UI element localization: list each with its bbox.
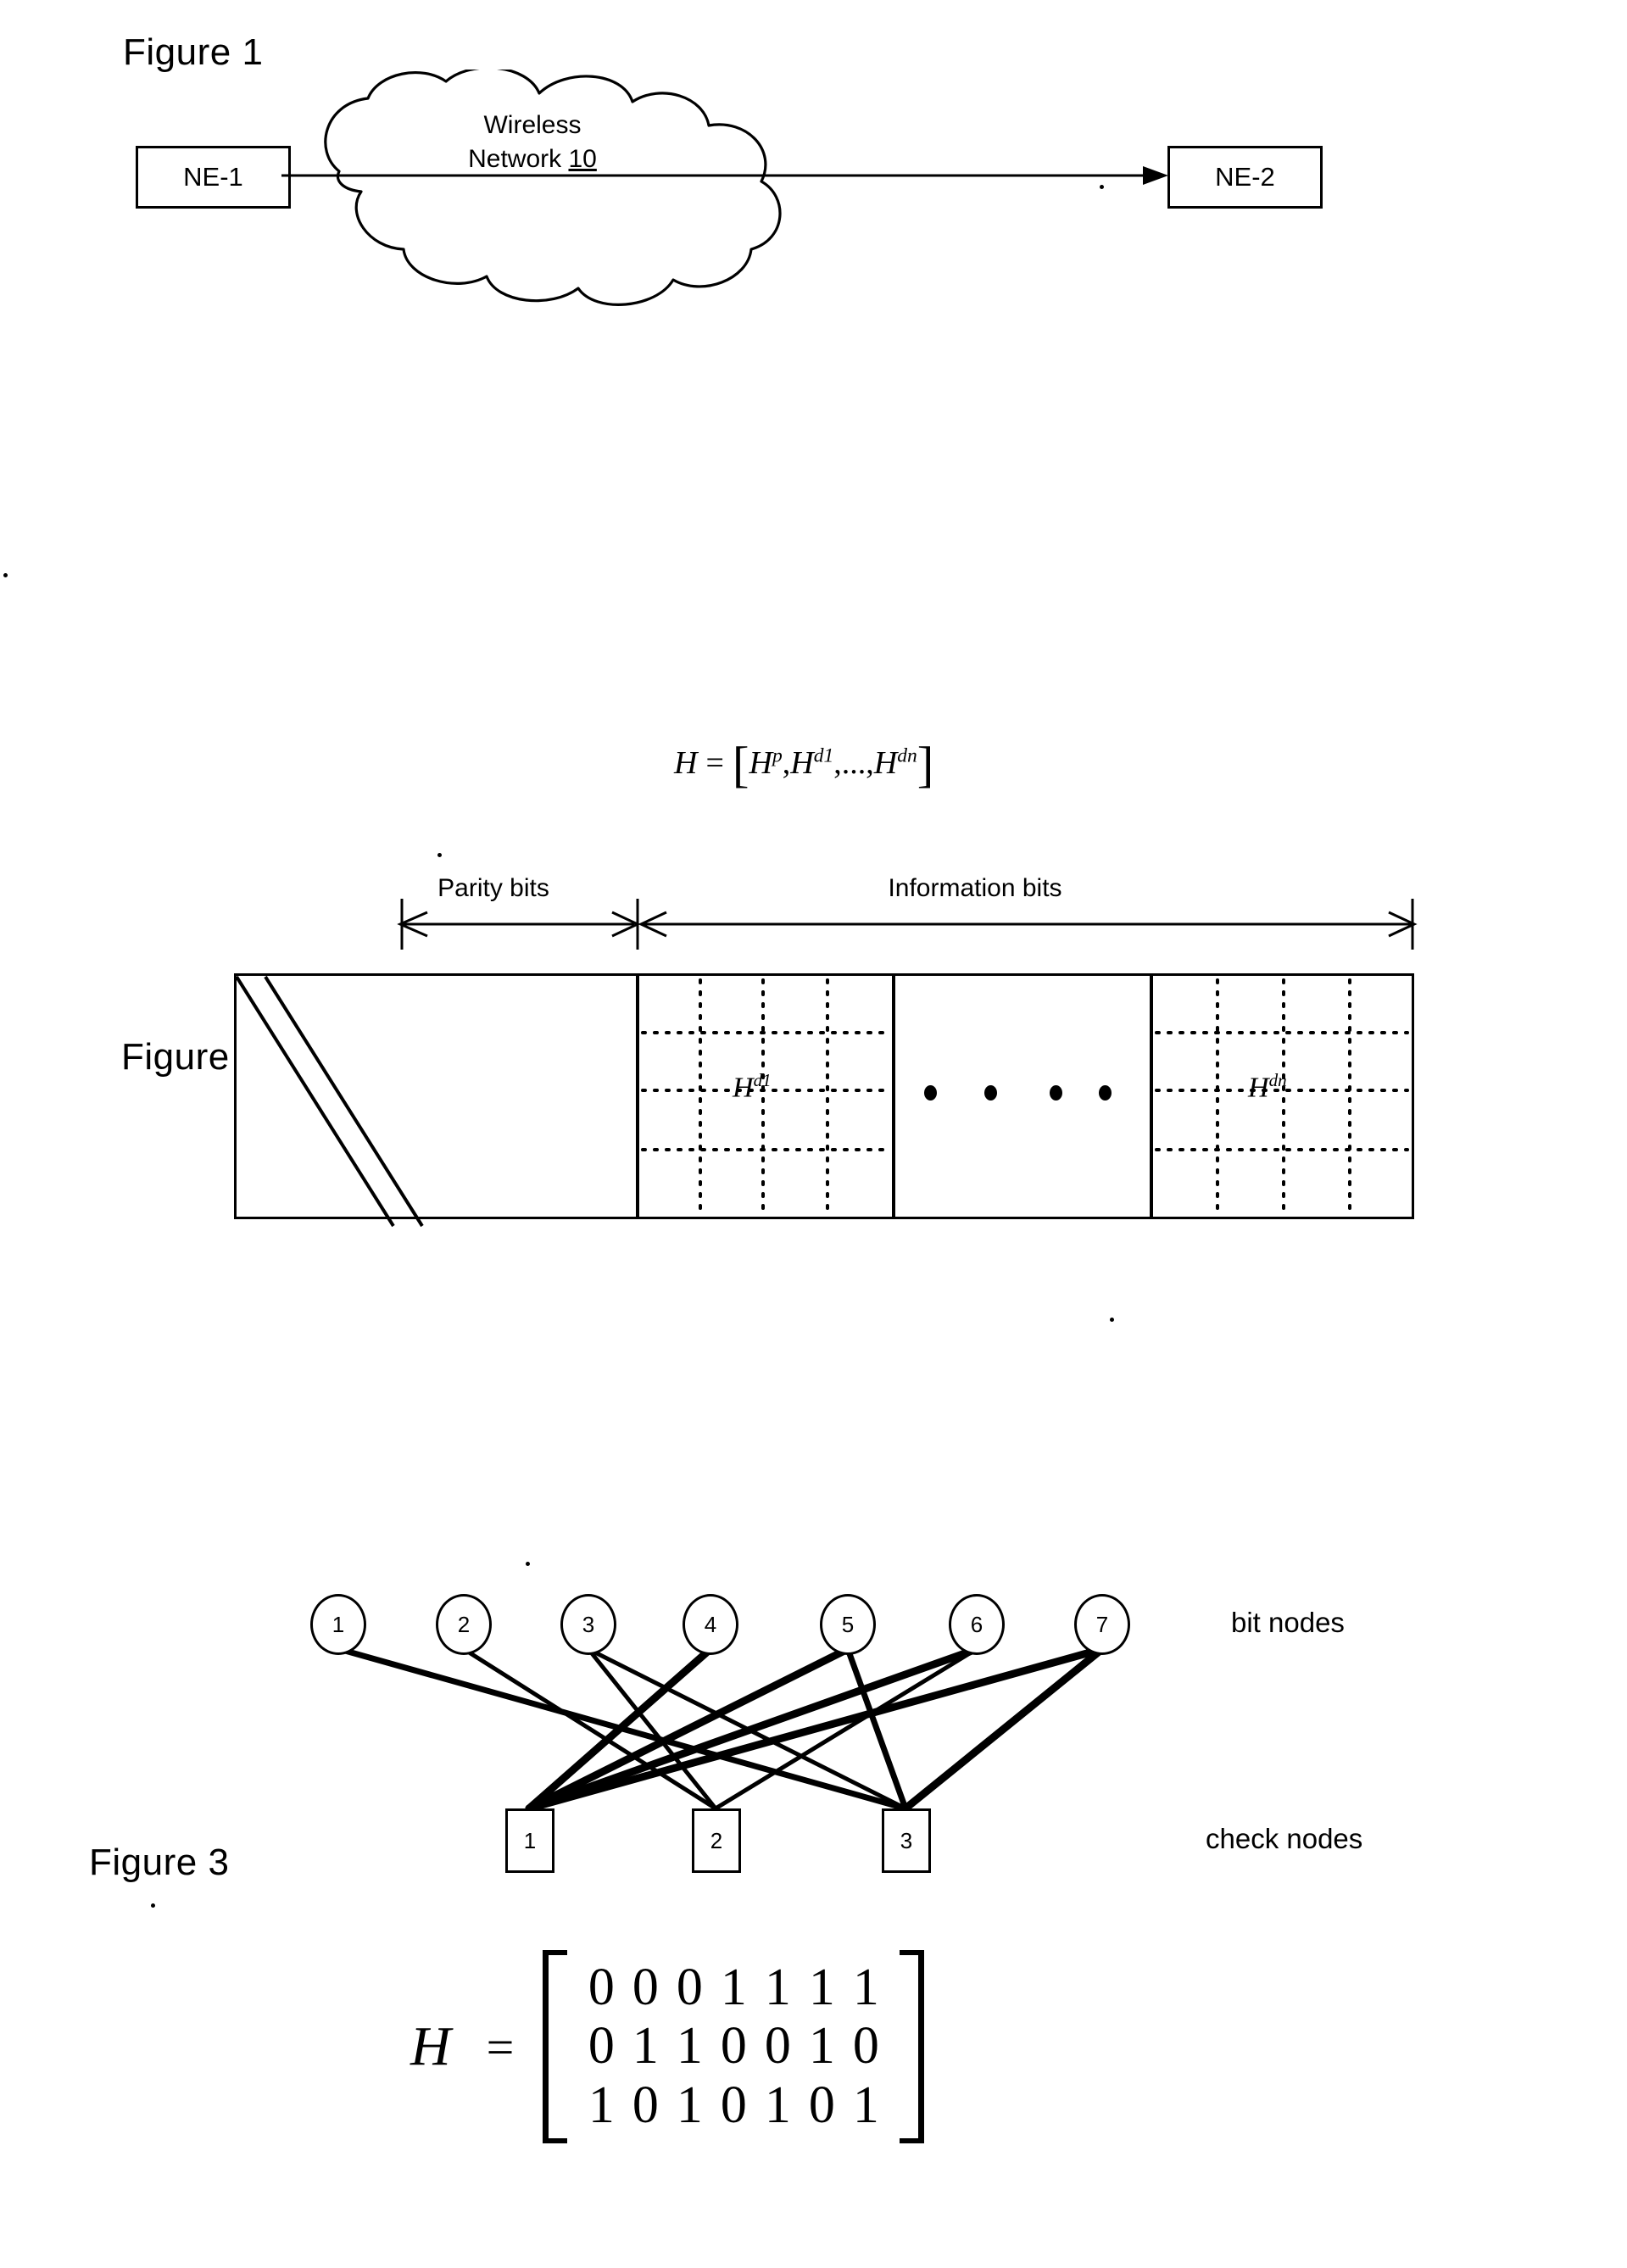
h-matrix-grid: 0 0 0 1 1 1 1 0 1 1 0 0 1 0 1 0 1 0 1 0 … <box>567 1950 900 2143</box>
h-cell: 0 <box>764 2017 791 2076</box>
check-node-2[interactable]: 2 <box>692 1808 741 1873</box>
bit-node-1-label: 1 <box>332 1611 345 1637</box>
h-cell: 1 <box>588 2076 615 2134</box>
h-matrix-right-bracket <box>900 1950 925 2144</box>
h-cell: 0 <box>588 2017 615 2076</box>
h-matrix-lhs: H <box>410 2015 451 2078</box>
h-cell: 1 <box>808 1959 835 2016</box>
check-node-3[interactable]: 3 <box>882 1808 931 1873</box>
bit-node-6-label: 6 <box>970 1611 983 1637</box>
h-matrix-left-bracket <box>543 1950 568 2144</box>
check-nodes-label: check nodes <box>1206 1823 1363 1854</box>
h-cell: 0 <box>720 2017 747 2076</box>
h-cell: 0 <box>632 2076 659 2134</box>
h-cell: 1 <box>852 2076 879 2134</box>
check-node-1[interactable]: 1 <box>505 1808 554 1873</box>
bit-node-4[interactable]: 4 <box>683 1594 738 1655</box>
h-cell: 0 <box>676 1959 703 2016</box>
check-node-2-label: 2 <box>710 1827 723 1853</box>
h-cell: 1 <box>764 1959 791 2016</box>
table-row: 1 0 1 0 1 0 1 <box>579 2076 888 2135</box>
bit-node-6[interactable]: 6 <box>949 1594 1005 1655</box>
h-cell: 1 <box>764 2076 791 2134</box>
h-cell: 0 <box>588 1959 615 2016</box>
h-cell: 0 <box>720 2076 747 2134</box>
h-cell: 1 <box>808 2017 835 2076</box>
bit-node-5-label: 5 <box>841 1611 855 1637</box>
patent-figure-page: Figure 1 Wireless Network 10 NE-1 NE-2 H… <box>0 0 1627 2268</box>
table-row: 0 0 0 1 1 1 1 <box>579 1959 888 2017</box>
h-matrix-equals: = <box>486 2019 515 2075</box>
h-cell: 0 <box>632 1959 659 2016</box>
h-matrix-equation: H = 0 0 0 1 1 1 1 0 1 1 0 0 1 0 1 0 1 0 … <box>410 1950 925 2144</box>
tanner-graph-edges <box>336 1645 1106 1813</box>
h-cell: 1 <box>676 2076 703 2134</box>
table-row: 0 1 1 0 0 1 0 <box>579 2017 888 2076</box>
h-cell: 1 <box>632 2017 659 2076</box>
check-node-1-label: 1 <box>523 1827 537 1853</box>
h-cell: 1 <box>676 2017 703 2076</box>
bit-node-3[interactable]: 3 <box>560 1594 616 1655</box>
bit-node-7[interactable]: 7 <box>1074 1594 1130 1655</box>
bit-node-2[interactable]: 2 <box>436 1594 492 1655</box>
check-node-3-label: 3 <box>900 1827 913 1853</box>
h-cell: 1 <box>852 1959 879 2016</box>
h-cell: 0 <box>852 2017 879 2076</box>
h-cell: 0 <box>808 2076 835 2134</box>
bit-node-2-label: 2 <box>457 1611 471 1637</box>
bit-node-4-label: 4 <box>704 1611 717 1637</box>
h-cell: 1 <box>720 1959 747 2016</box>
bit-nodes-label: bit nodes <box>1231 1607 1345 1638</box>
bit-node-7-label: 7 <box>1095 1611 1109 1637</box>
bit-node-5[interactable]: 5 <box>820 1594 876 1655</box>
bit-node-3-label: 3 <box>582 1611 595 1637</box>
bit-node-1[interactable]: 1 <box>310 1594 366 1655</box>
